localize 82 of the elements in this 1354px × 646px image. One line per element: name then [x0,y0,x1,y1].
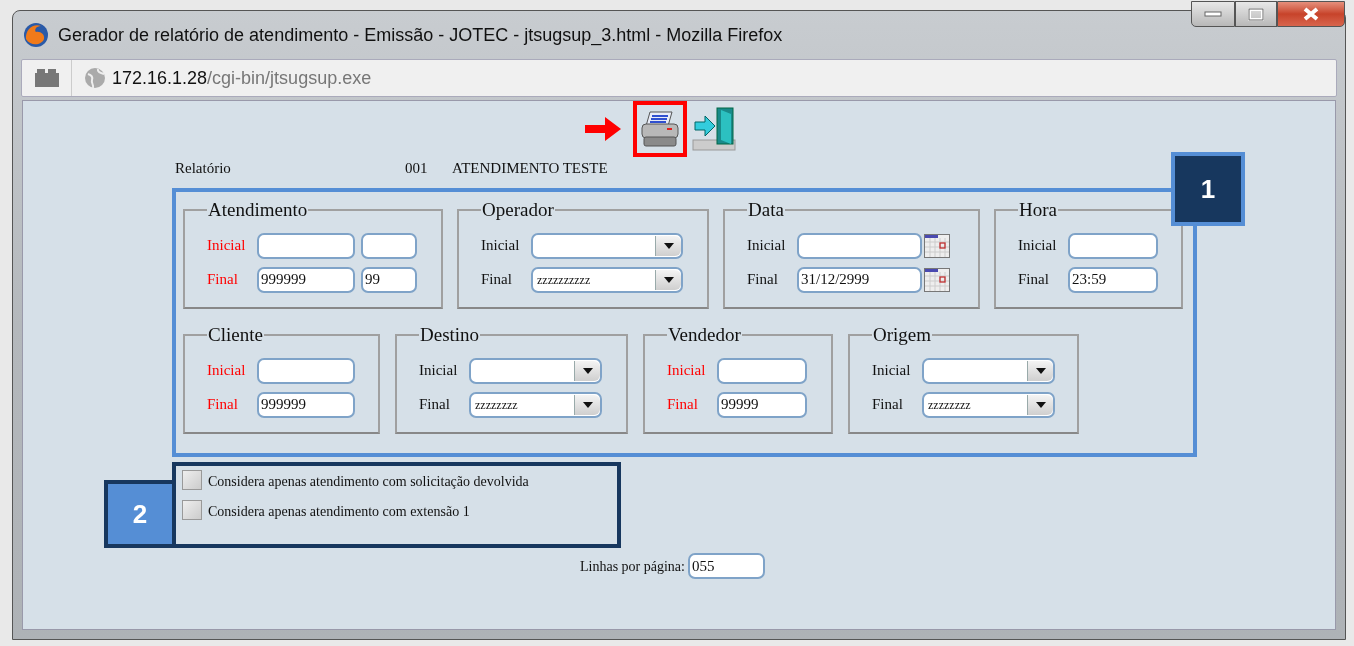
minimize-button[interactable] [1191,1,1235,27]
select-field[interactable]: zzzzzzzzzz [531,266,683,293]
group-title: Hora [1018,198,1058,222]
caret-icon [582,401,593,408]
group-title: Data [747,198,785,222]
text-field[interactable] [361,232,417,259]
field-label: Inicial [667,361,707,381]
text-field[interactable]: 23:59 [1068,266,1158,293]
text-field[interactable] [717,357,807,384]
select-field[interactable] [469,357,602,384]
text-field[interactable]: 999999 [257,391,355,418]
printer-icon [640,110,680,148]
callout-badge: 1 [1171,152,1245,226]
text-field[interactable]: 31/12/2999 [797,266,922,293]
globe-icon [84,67,106,89]
calendar-icon[interactable] [924,267,950,292]
caret-icon [663,276,674,283]
field-label: Inicial [872,361,912,381]
field-label: Final [1018,270,1050,290]
dropdown-button[interactable] [574,360,600,381]
minimize-icon [1204,11,1222,17]
option-label: Considera apenas atendimento com solicitação devolvida [208,474,529,490]
group-title: Vendedor [667,323,742,347]
group-title: Atendimento [207,198,309,222]
field-label: Final [207,270,239,290]
field-label: Inicial [481,236,521,256]
caret-icon [1035,367,1046,374]
select-field[interactable] [531,232,683,259]
print-button[interactable] [633,101,687,157]
window-title: Gerador de relatório de atendimento - Emissão - JOTEC - jtsugsup_3.html - Mozilla Firefox [58,23,783,48]
field-label: Inicial [747,236,787,256]
field-label: Inicial [1018,236,1058,256]
field-label: Final [667,395,699,415]
report-label: Relatório [175,158,232,178]
exit-door-icon[interactable] [691,106,737,152]
browser-logo-icon [23,22,49,48]
field-label: Final [481,270,513,290]
caret-icon [663,242,674,249]
field-label: Inicial [419,361,459,381]
maximize-button[interactable] [1235,1,1277,27]
select-field[interactable] [922,357,1055,384]
dropdown-button[interactable] [655,269,681,290]
text-field[interactable] [797,232,922,259]
text-field[interactable] [257,357,355,384]
caret-icon [1035,401,1046,408]
url-text: 172.16.1.28/cgi-bin/jtsugsup.exe [112,66,372,90]
field-label: Final [207,395,239,415]
text-field[interactable]: 99 [361,266,417,293]
select-field[interactable]: zzzzzzzz [922,391,1055,418]
close-icon [1302,7,1320,21]
field-label: Final [419,395,451,415]
group-title: Cliente [207,323,264,347]
dropdown-button[interactable] [1027,360,1053,381]
close-button[interactable] [1277,1,1345,27]
field-label: Final [747,270,779,290]
report-code: 001 [405,158,429,178]
field-label: Inicial [207,361,247,381]
arrow-icon [585,117,621,141]
dropdown-button[interactable] [574,394,600,415]
select-field[interactable]: zzzzzzzz [469,391,602,418]
lines-per-page-field[interactable]: 055 [688,553,765,579]
field-label: Final [872,395,904,415]
tab-group-icon[interactable] [34,69,59,87]
report-name: ATENDIMENTO TESTE [452,158,608,178]
text-field[interactable] [257,232,355,259]
lines-per-page-label: Linhas por página: [580,557,685,576]
caret-icon [582,367,593,374]
calendar-icon[interactable] [924,233,950,258]
group-title: Operador [481,198,555,222]
dropdown-button[interactable] [655,235,681,256]
text-field[interactable]: 99999 [717,391,807,418]
dropdown-button[interactable] [1027,394,1053,415]
option-label: Considera apenas atendimento com extensão 1 [208,504,470,520]
text-field[interactable]: 999999 [257,266,355,293]
group-title: Origem [872,323,933,347]
group-title: Destino [419,323,481,347]
field-label: Inicial [207,236,247,256]
maximize-icon [1248,7,1264,21]
text-field[interactable] [1068,232,1158,259]
checkbox[interactable] [182,500,202,520]
address-bar[interactable]: 172.16.1.28/cgi-bin/jtsugsup.exe [21,59,1337,97]
checkbox[interactable] [182,470,202,490]
